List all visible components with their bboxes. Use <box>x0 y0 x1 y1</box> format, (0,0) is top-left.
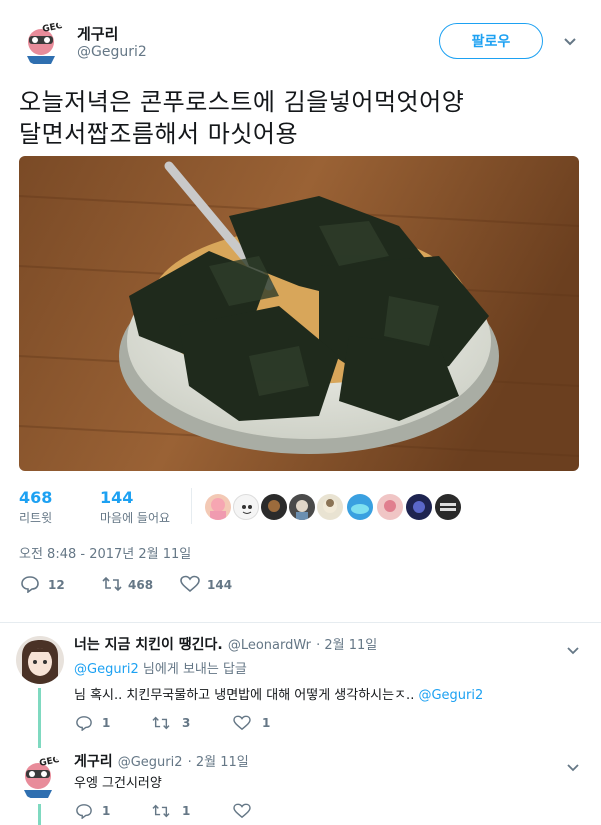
stats-divider <box>191 488 192 524</box>
likes-label: 마음에 들어요 <box>100 511 171 525</box>
reply-2-retweet-icon[interactable] <box>152 803 170 823</box>
tweet-timestamp[interactable]: 오전 8:48 - 2017년 2월 11일 <box>19 543 191 562</box>
reply-2-display-name[interactable]: 게구리 <box>74 754 113 770</box>
reply-1-retweet-icon[interactable] <box>152 715 170 735</box>
retweet-action-count: 468 <box>128 578 154 592</box>
reply-2-retweet-count: 1 <box>182 804 191 818</box>
reply-1-reply-icon[interactable] <box>76 715 92 735</box>
reply-2-handle[interactable]: @Geguri2 <box>118 755 183 770</box>
retweets-count: 468 <box>19 488 53 507</box>
liker-avatar-5[interactable] <box>317 494 343 520</box>
reply-action-count: 12 <box>48 578 65 592</box>
reply-2-menu-chevron-icon[interactable] <box>567 757 579 776</box>
liker-avatar-1[interactable] <box>205 494 231 520</box>
tweet-text-line-1: 오늘저녁은 콘푸로스트에 김을넣어먹엇어양 <box>19 88 465 116</box>
reply-1-header: 너는 지금 치킨이 땡긴다. @LeonardWr · 2월 11일 <box>74 634 377 654</box>
author-display-name[interactable]: 게구리 <box>77 23 118 44</box>
liker-avatar-3[interactable] <box>261 494 287 520</box>
reply-1-like-count: 1 <box>262 716 271 730</box>
liker-avatar-9[interactable] <box>435 494 461 520</box>
tweet-menu-chevron-icon[interactable] <box>563 32 577 51</box>
reply-1-display-name[interactable]: 너는 지금 치킨이 땡긴다. <box>74 637 223 653</box>
cereal-with-seaweed-image <box>19 156 579 471</box>
reply-1-text-body: 님 혹시.. 치킨무국물하고 냉면밥에 대해 어떻게 생각하시는ㅈ.. <box>74 688 415 703</box>
reply-1-text-mention[interactable]: @Geguri2 <box>418 688 483 703</box>
reply-1-replying-to-handle[interactable]: @Geguri2 <box>74 662 139 677</box>
reply-1-replying-to: @Geguri2 님에게 보내는 답글 <box>74 658 247 677</box>
liker-avatar-4[interactable] <box>289 494 315 520</box>
liker-avatar-6[interactable] <box>347 494 373 520</box>
thread-connector-line-lower <box>38 804 41 825</box>
tweet-text: 오늘저녁은 콘푸로스트에 김을넣어먹엇어양 달면서짭조름해서 마싯어용 <box>19 86 584 150</box>
tweet-text-line-2: 달면서짭조름해서 마싯어용 <box>19 120 299 148</box>
likes-count: 144 <box>100 488 134 507</box>
reply-2-text: 우엥 그건시러양 <box>74 776 162 791</box>
reply-1-date[interactable]: · 2월 11일 <box>316 638 377 653</box>
reply-2-like-icon[interactable] <box>233 803 251 823</box>
retweets-stat[interactable]: 468 리트윗 <box>19 488 52 526</box>
author-avatar[interactable]: GEGURI2 <box>19 18 67 66</box>
reply-2-avatar[interactable]: GEGURI2 <box>16 752 64 800</box>
geguri-avatar-icon: GEGURI2 <box>19 18 67 66</box>
thread-connector-line <box>38 688 41 748</box>
main-tweet-bottom-divider <box>0 622 601 623</box>
reply-action-icon[interactable] <box>21 575 39 597</box>
reply-2-reply-icon[interactable] <box>76 803 92 823</box>
reply-1-like-icon[interactable] <box>233 715 251 735</box>
retweets-label: 리트윗 <box>19 511 53 525</box>
liker-avatar-7[interactable] <box>377 494 403 520</box>
like-action-count: 144 <box>207 578 233 592</box>
author-handle[interactable]: @Geguri2 <box>77 44 147 60</box>
liker-avatar-8[interactable] <box>406 494 432 520</box>
tweet-photo[interactable] <box>19 156 579 471</box>
reply-1-replying-to-suffix: 님에게 보내는 답글 <box>138 662 247 677</box>
reply-1-text: 님 혹시.. 치킨무국물하고 냉면밥에 대해 어떻게 생각하시는ㅈ.. @Geg… <box>74 684 483 703</box>
geguri-avatar-icon: GEGURI2 <box>16 752 64 800</box>
like-action-icon[interactable] <box>180 575 200 597</box>
liker-avatar-2[interactable] <box>233 494 259 520</box>
retweet-action-icon[interactable] <box>102 575 122 597</box>
reply-2-reply-count: 1 <box>102 804 111 818</box>
likes-stat[interactable]: 144 마음에 들어요 <box>100 488 170 526</box>
reply-1-menu-chevron-icon[interactable] <box>567 640 579 659</box>
follow-button[interactable]: 팔로우 <box>439 23 543 59</box>
reply-1-retweet-count: 3 <box>182 716 191 730</box>
anime-girl-avatar-icon <box>16 636 64 684</box>
reply-2-header: 게구리 @Geguri2 · 2월 11일 <box>74 751 249 771</box>
reply-1-avatar[interactable] <box>16 636 64 684</box>
reply-1-reply-count: 1 <box>102 716 111 730</box>
reply-1-handle[interactable]: @LeonardWr <box>228 638 311 653</box>
reply-2-date[interactable]: · 2월 11일 <box>188 755 249 770</box>
